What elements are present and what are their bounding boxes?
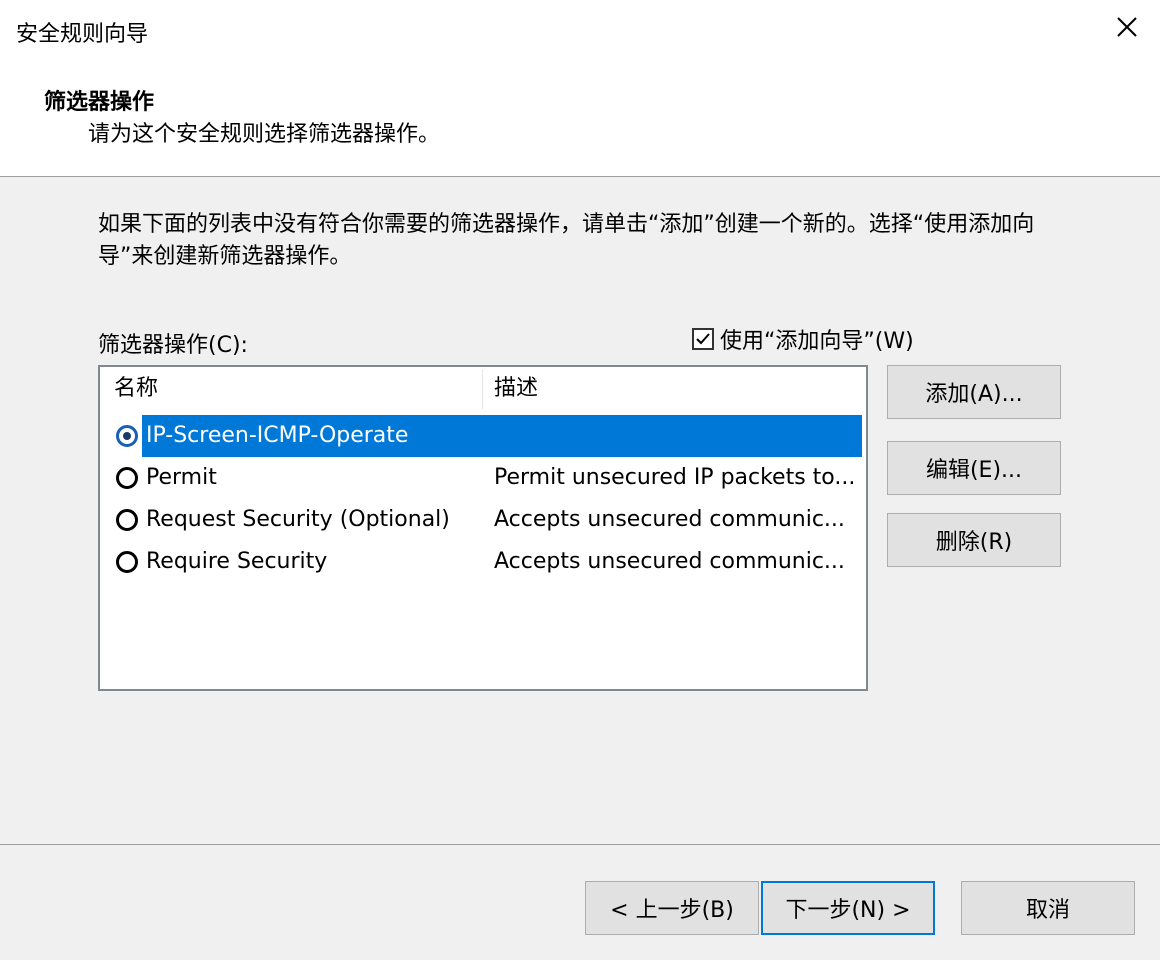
- filter-actions-label: 筛选器操作(C):: [98, 333, 248, 358]
- radio-selected-icon[interactable]: [116, 425, 138, 447]
- item-name: Request Security (Optional): [146, 507, 450, 532]
- radio-icon[interactable]: [116, 551, 138, 573]
- intro-text: 如果下面的列表中没有符合你需要的筛选器操作，请单击“添加”创建一个新的。选择“使…: [98, 212, 1035, 269]
- item-description: Accepts unsecured communic...: [494, 549, 845, 574]
- back-button[interactable]: < 上一步(B): [585, 881, 759, 935]
- list-item[interactable]: IP-Screen-ICMP-Operate: [100, 415, 866, 457]
- window-title: 安全规则向导: [16, 22, 149, 47]
- filter-actions-list[interactable]: 名称 描述 IP-Screen-ICMP-Operate Permit Perm…: [98, 365, 868, 691]
- radio-icon[interactable]: [116, 509, 138, 531]
- edit-button[interactable]: 编辑(E)...: [887, 441, 1061, 495]
- column-header-description[interactable]: 描述: [494, 367, 538, 411]
- column-separator[interactable]: [482, 369, 483, 409]
- wizard-header: 安全规则向导 筛选器操作 请为这个安全规则选择筛选器操作。: [0, 0, 1160, 177]
- checkmark-icon: [696, 333, 710, 345]
- use-wizard-label: 使用“添加向导”(W): [720, 329, 914, 354]
- item-name: Permit: [146, 465, 217, 490]
- list-item[interactable]: Permit Permit unsecured IP packets to...: [100, 457, 866, 499]
- item-description: Permit unsecured IP packets to...: [494, 465, 854, 490]
- page-subheading: 请为这个安全规则选择筛选器操作。: [88, 122, 441, 147]
- item-description: [494, 415, 854, 457]
- close-icon: [1117, 17, 1137, 37]
- checkbox-box[interactable]: [692, 328, 714, 350]
- page-heading: 筛选器操作: [44, 90, 155, 115]
- list-item[interactable]: Request Security (Optional) Accepts unse…: [100, 499, 866, 541]
- cancel-button[interactable]: 取消: [961, 881, 1135, 935]
- delete-button[interactable]: 删除(R): [887, 513, 1061, 567]
- radio-icon[interactable]: [116, 467, 138, 489]
- list-header: 名称 描述: [100, 367, 866, 411]
- item-description: Accepts unsecured communic...: [494, 507, 845, 532]
- wizard-body: 如果下面的列表中没有符合你需要的筛选器操作，请单击“添加”创建一个新的。选择“使…: [0, 177, 1160, 845]
- add-button[interactable]: 添加(A)...: [887, 365, 1061, 419]
- next-button[interactable]: 下一步(N) >: [761, 881, 935, 935]
- close-button[interactable]: [1112, 12, 1142, 42]
- column-header-name[interactable]: 名称: [114, 367, 158, 411]
- use-wizard-checkbox[interactable]: 使用“添加向导”(W): [692, 323, 914, 355]
- item-name: Require Security: [146, 549, 328, 574]
- list-item[interactable]: Require Security Accepts unsecured commu…: [100, 541, 866, 583]
